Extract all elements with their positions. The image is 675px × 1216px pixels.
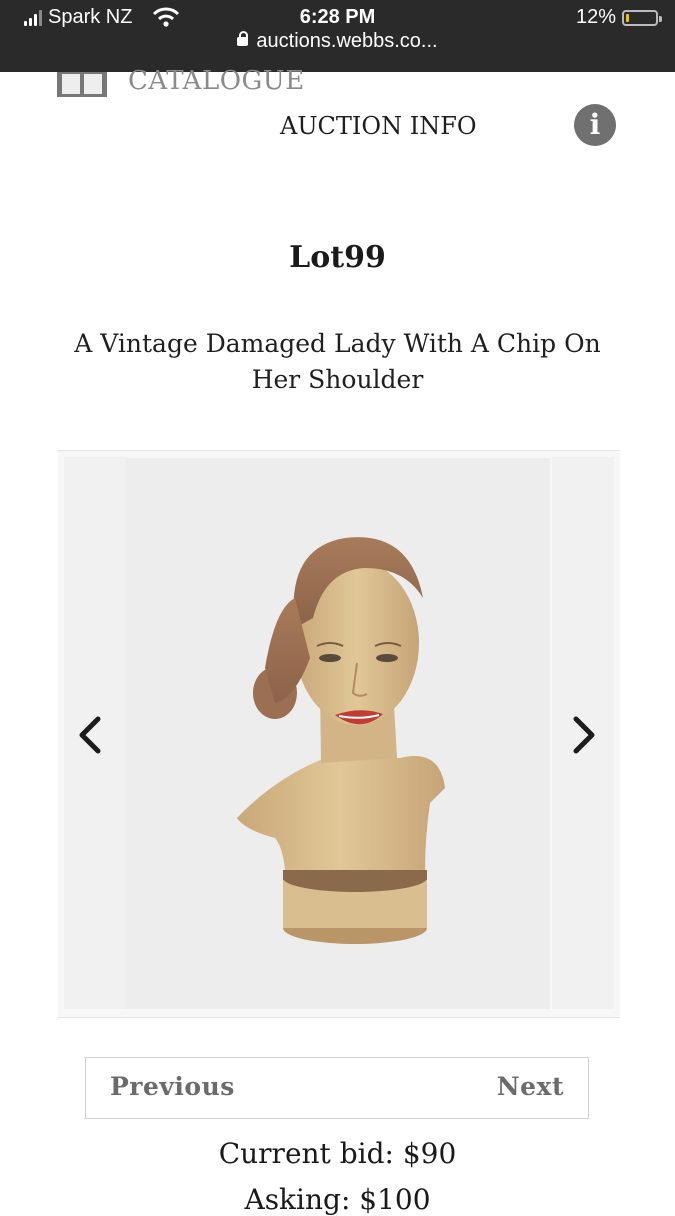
info-icon[interactable]: i xyxy=(574,104,616,146)
url-text: auctions.webbs.co... xyxy=(256,30,438,52)
bust-illustration xyxy=(125,458,550,1009)
current-bid: Current bid: $90 xyxy=(218,1137,457,1170)
chevron-right-icon[interactable] xyxy=(566,713,602,757)
chevron-left-icon[interactable] xyxy=(72,713,108,757)
lot-number: Lot99 xyxy=(289,240,386,275)
lock-icon xyxy=(237,31,249,47)
catalogue-link[interactable]: CATALOGUE xyxy=(128,66,305,96)
next-button[interactable]: Next xyxy=(497,1072,564,1101)
lot-pager: Previous Next xyxy=(85,1057,589,1119)
previous-button[interactable]: Previous xyxy=(110,1072,235,1101)
lot-photo[interactable] xyxy=(125,458,550,1009)
browser-status-bar: Spark NZ 6:28 PM 12% auctions.webbs.co..… xyxy=(0,0,675,72)
battery-percentage: 12% xyxy=(576,6,617,28)
auction-info-link[interactable]: AUCTION INFO xyxy=(280,112,477,140)
book-icon[interactable] xyxy=(56,72,108,98)
address-bar[interactable]: auctions.webbs.co... xyxy=(0,30,675,53)
battery-icon xyxy=(622,10,662,26)
image-carousel[interactable] xyxy=(58,450,620,1018)
clock: 6:28 PM xyxy=(299,6,376,28)
lot-description: A Vintage Damaged Lady With A Chip On He… xyxy=(74,329,601,394)
